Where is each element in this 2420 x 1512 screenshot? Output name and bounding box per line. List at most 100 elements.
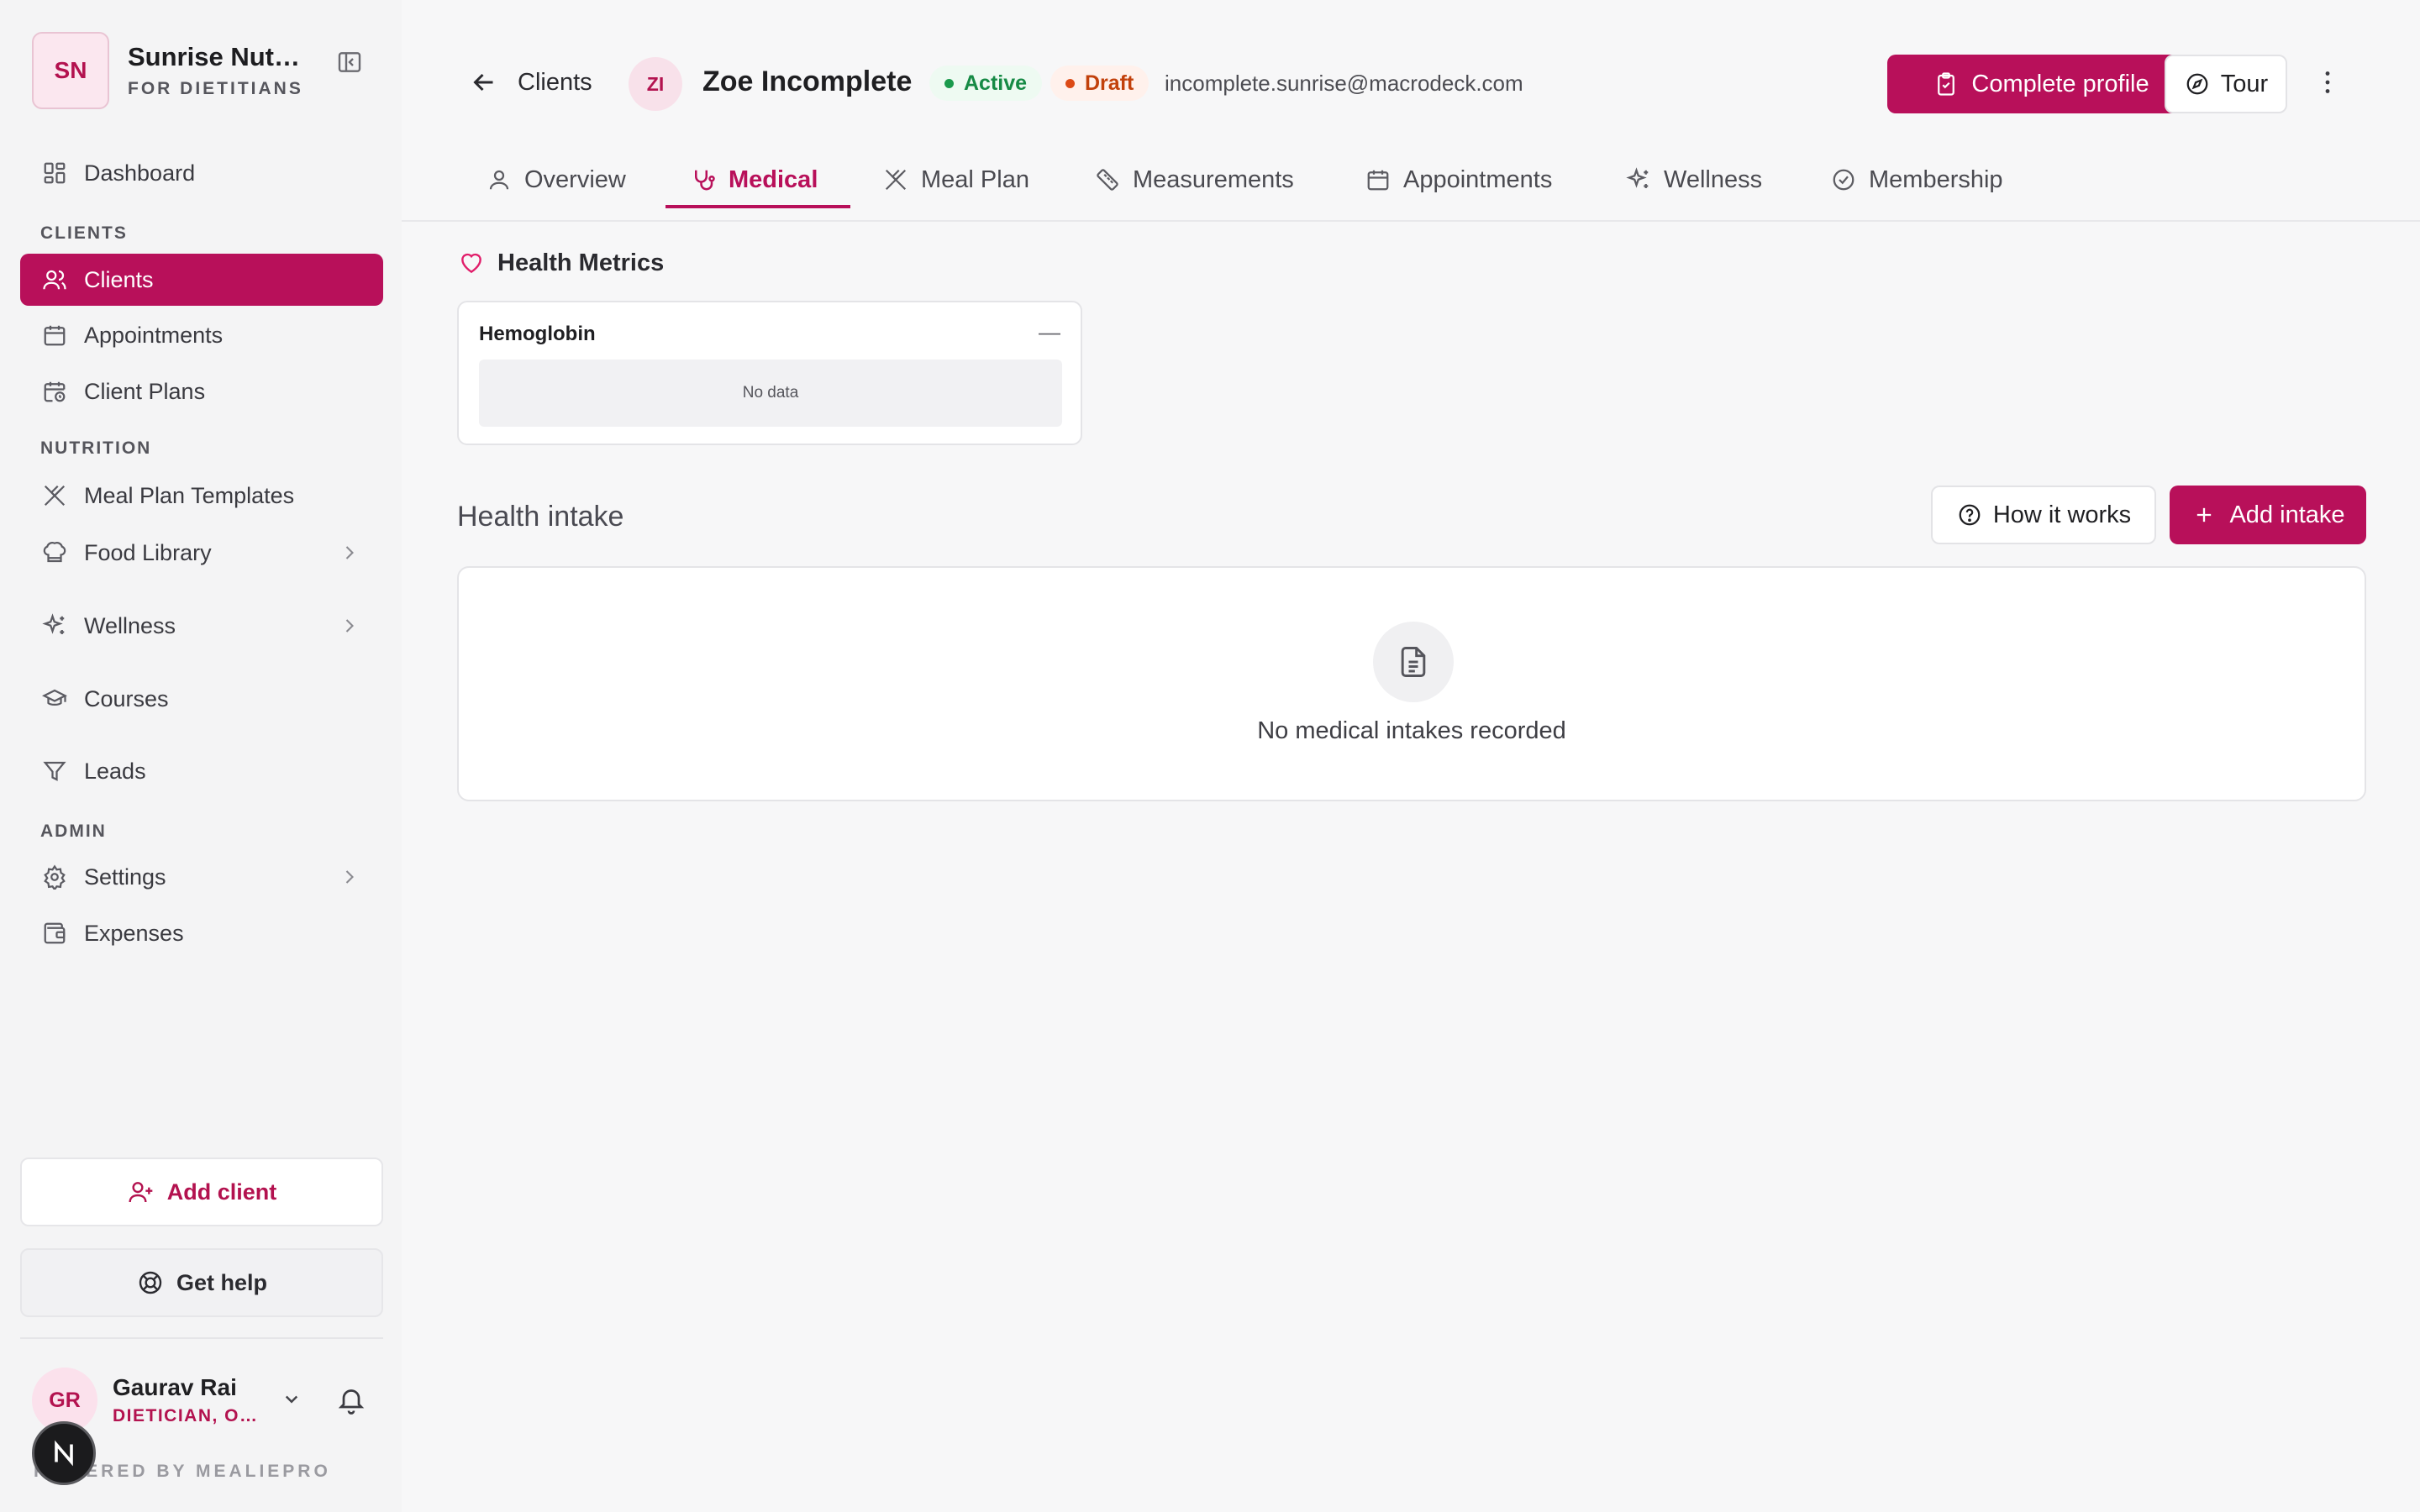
user-plus-icon (127, 1178, 155, 1206)
sidebar-item-label: Expenses (84, 920, 184, 946)
tab-meal-plan[interactable]: Meal Plan (882, 151, 1029, 208)
tour-button[interactable]: Tour (2165, 55, 2287, 113)
wallet-icon (40, 919, 69, 948)
tour-label: Tour (2220, 70, 2269, 97)
sidebar-item-label: Leads (84, 758, 146, 784)
active-tab-indicator (666, 205, 850, 208)
sidebar-item-label: Settings (84, 864, 166, 890)
breadcrumb[interactable]: Clients (518, 69, 592, 97)
tab-overview[interactable]: Overview (486, 151, 626, 208)
complete-profile-label: Complete profile (1971, 70, 2149, 97)
health-intake-title: Health intake (457, 501, 624, 533)
brand-logo: SN (32, 32, 109, 109)
sparkles-icon (40, 612, 69, 640)
n-logo-icon[interactable] (32, 1421, 96, 1485)
brand-text: Sunrise Nutrition FOR DIETITIANS (128, 42, 306, 99)
user-role: DIETICIAN, OWNER (113, 1406, 272, 1425)
metric-value: — (1039, 319, 1060, 344)
life-buoy-icon (136, 1268, 165, 1297)
chevron-right-icon (338, 865, 361, 889)
intake-empty-message: No medical intakes recorded (1257, 717, 1566, 744)
complete-profile-button[interactable]: Complete profile (1887, 55, 2195, 113)
tab-medical[interactable]: Medical (690, 151, 818, 208)
tab-membership[interactable]: Membership (1830, 151, 2003, 208)
dashboard-icon (40, 159, 69, 187)
sidebar-item-food-library[interactable]: Food Library (20, 527, 383, 579)
sidebar-item-label: Appointments (84, 322, 224, 348)
sidebar-item-label: Dashboard (84, 160, 196, 186)
metric-card-hemoglobin[interactable]: Hemoglobin — No data (457, 301, 1082, 445)
health-intake-empty-card: No medical intakes recorded (457, 566, 2366, 801)
section-label-nutrition: NUTRITION (40, 438, 152, 458)
compass-icon (2184, 71, 2211, 97)
calendar-clock-icon (40, 377, 69, 406)
sidebar-item-wellness[interactable]: Wellness (20, 600, 383, 652)
tab-label: Overview (524, 165, 626, 193)
sidebar-item-client-plans[interactable]: Client Plans (20, 365, 383, 417)
badge-check-icon (1830, 166, 1857, 193)
client-avatar: ZI (629, 57, 682, 111)
tab-appointments[interactable]: Appointments (1365, 151, 1552, 208)
file-text-icon (1373, 622, 1454, 702)
health-metrics-label: Health Metrics (497, 249, 665, 276)
client-header: Clients ZI Zoe Incomplete Active Draft i… (402, 0, 2420, 222)
plus-icon (2191, 501, 2217, 528)
add-intake-button[interactable]: Add intake (2170, 486, 2366, 544)
tab-label: Measurements (1133, 165, 1294, 193)
sidebar-item-courses[interactable]: Courses (20, 673, 383, 725)
sidebar-collapse-icon[interactable] (333, 45, 366, 79)
tab-wellness[interactable]: Wellness (1625, 151, 1762, 208)
main-content: Clients ZI Zoe Incomplete Active Draft i… (402, 0, 2420, 1512)
add-client-label: Add client (166, 1179, 277, 1205)
get-help-label: Get help (176, 1269, 267, 1295)
metric-empty-state: No data (479, 360, 1062, 427)
get-help-button[interactable]: Get help (20, 1248, 383, 1317)
tab-label: Membership (1869, 165, 2003, 193)
sidebar-divider (20, 1337, 383, 1339)
metric-name: Hemoglobin (479, 323, 596, 345)
status-dot (1065, 78, 1075, 88)
tab-measurements[interactable]: Measurements (1094, 151, 1294, 208)
health-metrics-title: Health Metrics (457, 249, 664, 277)
client-name: Zoe Incomplete (702, 66, 913, 97)
utensils-crossed-icon (882, 166, 909, 193)
sidebar-item-settings[interactable]: Settings (20, 851, 383, 903)
sidebar-item-meal-plan-templates[interactable]: Meal Plan Templates (20, 470, 383, 522)
arrow-left-icon[interactable] (469, 67, 502, 101)
brand-name: Sunrise Nutrition (128, 42, 306, 71)
stethoscope-icon (690, 166, 717, 193)
add-intake-label: Add intake (2229, 501, 2345, 528)
tab-label: Medical (729, 165, 818, 193)
app-root: SN Sunrise Nutrition FOR DIETITIANS Dash… (0, 0, 2420, 1512)
add-client-button[interactable]: Add client (20, 1158, 383, 1226)
chevron-down-icon (279, 1386, 304, 1411)
sidebar-item-appointments[interactable]: Appointments (20, 309, 383, 361)
gear-icon (40, 863, 69, 891)
more-vertical-icon[interactable] (2312, 67, 2346, 101)
users-icon (40, 265, 69, 294)
sparkles-icon (1625, 166, 1652, 193)
sidebar-item-dashboard[interactable]: Dashboard (20, 147, 383, 199)
chef-hat-icon (40, 538, 69, 567)
user-name: Gaurav Rai (113, 1374, 237, 1400)
utensils-crossed-icon (40, 481, 69, 510)
sidebar-item-label: Client Plans (84, 378, 206, 404)
status-badge-label: Active (964, 71, 1028, 95)
ruler-icon (1094, 166, 1121, 193)
calendar-icon (1365, 166, 1392, 193)
sidebar-item-expenses[interactable]: Expenses (20, 907, 383, 959)
status-badge-label: Draft (1085, 71, 1134, 95)
sidebar-item-clients[interactable]: Clients (20, 254, 383, 306)
tab-label: Meal Plan (921, 165, 1029, 193)
brand[interactable]: SN Sunrise Nutrition FOR DIETITIANS (32, 32, 306, 109)
bell-icon[interactable] (336, 1384, 368, 1416)
how-it-works-button[interactable]: How it works (1931, 486, 2156, 544)
section-label-admin: ADMIN (40, 822, 107, 841)
status-badge-active: Active (929, 66, 1043, 101)
chevron-right-icon (338, 614, 361, 638)
heart-icon (457, 249, 486, 277)
sidebar-item-leads[interactable]: Leads (20, 745, 383, 797)
sidebar-item-label: Clients (84, 266, 154, 292)
section-label-clients: CLIENTS (40, 223, 128, 243)
help-circle-icon (1956, 501, 1983, 528)
